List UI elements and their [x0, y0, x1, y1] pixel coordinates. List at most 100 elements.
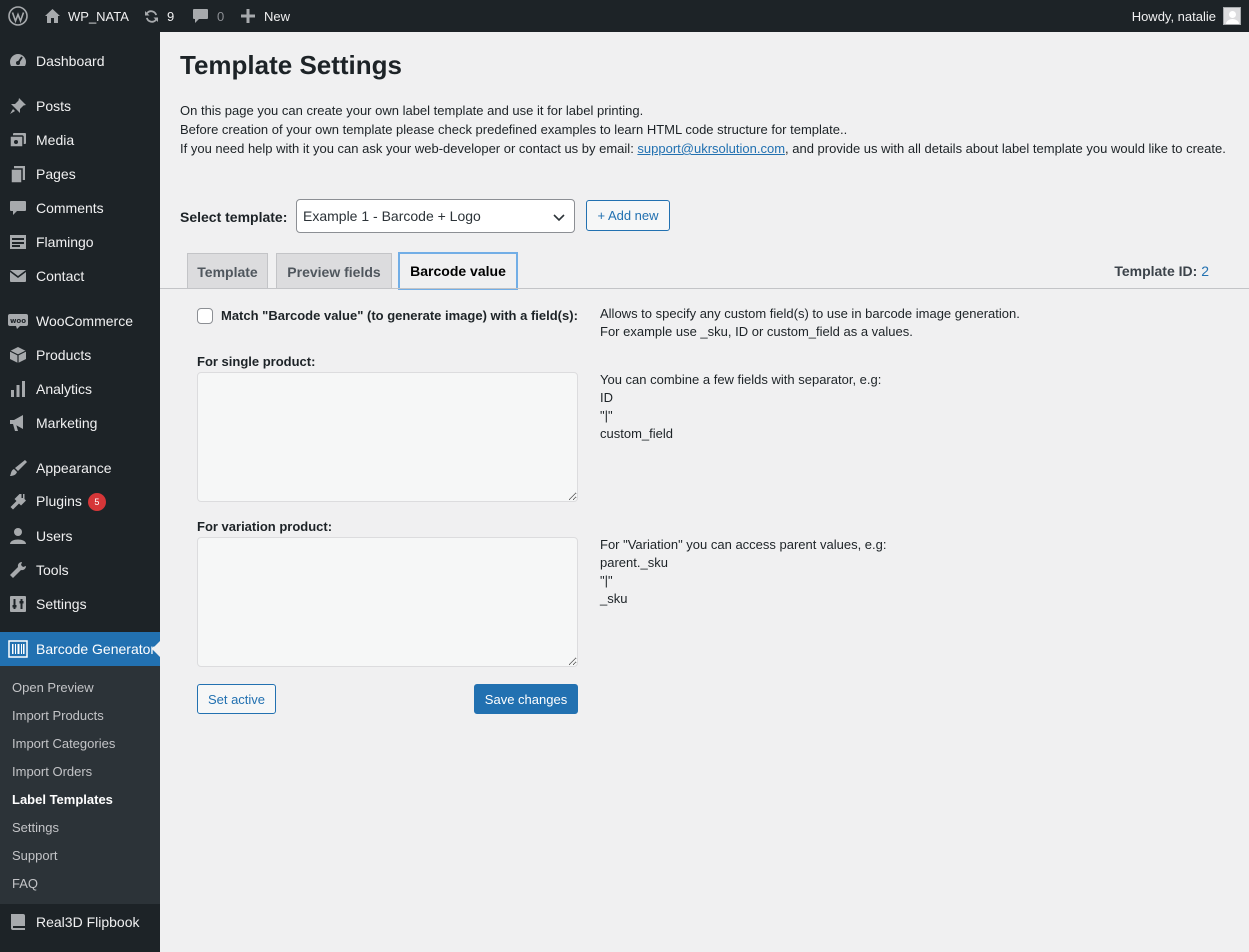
intro-line-3-tail: , and provide us with all details about … [785, 141, 1226, 156]
menu-products[interactable]: Products [0, 338, 160, 372]
submenu-faq[interactable]: FAQ [12, 876, 38, 891]
template-id: Template ID: 2 [1114, 263, 1209, 279]
settings-icon [8, 594, 28, 614]
analytics-icon [8, 379, 28, 399]
admin-bar: WP_NATA 9 0 New Howdy, natalie [0, 0, 1249, 32]
menu-plugins[interactable]: Plugins 5 [0, 485, 160, 519]
comments-icon [8, 198, 28, 218]
menu-plugins-label: Plugins [36, 493, 82, 509]
tab-divider [160, 288, 1249, 289]
match-barcode-checkbox[interactable] [197, 308, 213, 324]
tab-barcode-value[interactable]: Barcode value [398, 252, 518, 290]
menu-contact-label: Contact [36, 268, 85, 284]
menu-tools-label: Tools [36, 562, 69, 578]
submenu-import-products[interactable]: Import Products [12, 708, 104, 723]
single-help-line-2: ID [600, 390, 613, 405]
plugins-update-badge: 5 [87, 493, 106, 511]
menu-settings[interactable]: Settings [0, 587, 160, 621]
variation-help-line-1: For "Variation" you can access parent va… [600, 537, 887, 552]
select-template-label: Select template: [180, 209, 288, 225]
template-select[interactable]: Example 1 - Barcode + Logo [296, 199, 575, 233]
menu-posts[interactable]: Posts [0, 89, 160, 123]
menu-pages[interactable]: Pages [0, 157, 160, 191]
save-changes-button[interactable]: Save changes [474, 684, 578, 714]
new-label: New [264, 8, 291, 24]
menu-real3d-flipbook[interactable]: Real3D Flipbook [0, 905, 160, 939]
home-icon [44, 8, 61, 24]
new-content-link[interactable]: New [241, 0, 290, 32]
site-name-link[interactable]: WP_NATA [44, 0, 129, 32]
menu-pages-label: Pages [36, 166, 76, 182]
comment-bubble-icon [192, 8, 209, 24]
submenu-open-preview[interactable]: Open Preview [12, 680, 94, 695]
submenu-import-orders[interactable]: Import Orders [12, 764, 92, 779]
comments-link[interactable]: 0 [192, 0, 224, 32]
submenu-import-categories[interactable]: Import Categories [12, 736, 115, 751]
media-icon [8, 130, 28, 150]
wordpress-logo-icon[interactable] [8, 0, 28, 32]
dashboard-icon [8, 51, 28, 71]
mail-icon [8, 266, 28, 286]
updates-link[interactable]: 9 [143, 0, 174, 32]
woo-icon: woo [8, 311, 28, 331]
menu-settings-label: Settings [36, 596, 87, 612]
menu-barcode-generator[interactable]: Barcode Generator [0, 632, 160, 666]
menu-dashboard[interactable]: Dashboard [0, 44, 160, 78]
menu-appearance-label: Appearance [36, 460, 112, 476]
add-new-button[interactable]: + Add new [586, 200, 670, 231]
set-active-button[interactable]: Set active [197, 684, 276, 714]
variation-help-line-2: parent._sku [600, 555, 668, 570]
brush-icon [8, 458, 28, 478]
menu-media[interactable]: Media [0, 123, 160, 157]
menu-marketing[interactable]: Marketing [0, 406, 160, 440]
menu-tools[interactable]: Tools [0, 553, 160, 587]
plus-icon [241, 9, 255, 23]
wrench-icon [8, 560, 28, 580]
template-id-value: 2 [1201, 263, 1209, 279]
menu-dashboard-label: Dashboard [36, 53, 105, 69]
menu-media-label: Media [36, 132, 75, 148]
match-help-line-1: Allows to specify any custom field(s) to… [600, 306, 1020, 321]
menu-flamingo[interactable]: Flamingo [0, 225, 160, 259]
menu-users[interactable]: Users [0, 519, 160, 553]
menu-analytics[interactable]: Analytics [0, 372, 160, 406]
admin-sidebar: Dashboard Posts Media Pages Comments Fla… [0, 32, 160, 952]
template-select-value: Example 1 - Barcode + Logo [303, 208, 481, 224]
products-icon [8, 345, 28, 365]
users-icon [8, 526, 28, 546]
megaphone-icon [8, 413, 28, 433]
menu-woocommerce[interactable]: woo WooCommerce [0, 304, 160, 338]
variation-product-label: For variation product: [197, 519, 333, 534]
submenu-settings[interactable]: Settings [12, 820, 59, 835]
submenu-label-templates[interactable]: Label Templates [12, 792, 113, 807]
menu-contact[interactable]: Contact [0, 259, 160, 293]
single-product-textarea[interactable] [197, 372, 578, 502]
single-help-line-1: You can combine a few fields with separa… [600, 372, 882, 387]
chevron-down-icon [552, 210, 566, 227]
single-help-line-4: custom_field [600, 426, 673, 441]
variation-product-textarea[interactable] [197, 537, 578, 667]
updates-count: 9 [167, 8, 175, 24]
barcode-icon [8, 639, 28, 659]
single-product-label: For single product: [197, 354, 316, 369]
intro-line-2: Before creation of your own template ple… [180, 122, 848, 137]
submenu-support[interactable]: Support [12, 848, 58, 863]
match-help-line-2: For example use _sku, ID or custom_field… [600, 324, 913, 339]
menu-comments[interactable]: Comments [0, 191, 160, 225]
site-name: WP_NATA [68, 8, 129, 24]
menu-analytics-label: Analytics [36, 381, 93, 397]
menu-appearance[interactable]: Appearance [0, 451, 160, 485]
menu-woocommerce-label: WooCommerce [36, 313, 133, 329]
plugins-icon [8, 492, 28, 512]
my-account-link[interactable]: Howdy, natalie [1132, 0, 1241, 32]
intro-line-1: On this page you can create your own lab… [180, 103, 644, 118]
intro-line-3-text: If you need help with it you can ask you… [180, 141, 638, 156]
tab-template[interactable]: Template [187, 253, 268, 289]
flamingo-icon [8, 232, 28, 252]
tab-preview-fields[interactable]: Preview fields [276, 253, 392, 289]
pin-icon [8, 96, 28, 116]
updates-icon [143, 8, 160, 25]
pages-icon [8, 164, 28, 184]
support-email-link[interactable]: support@ukrsolution.com [637, 141, 785, 156]
avatar [1223, 7, 1241, 25]
